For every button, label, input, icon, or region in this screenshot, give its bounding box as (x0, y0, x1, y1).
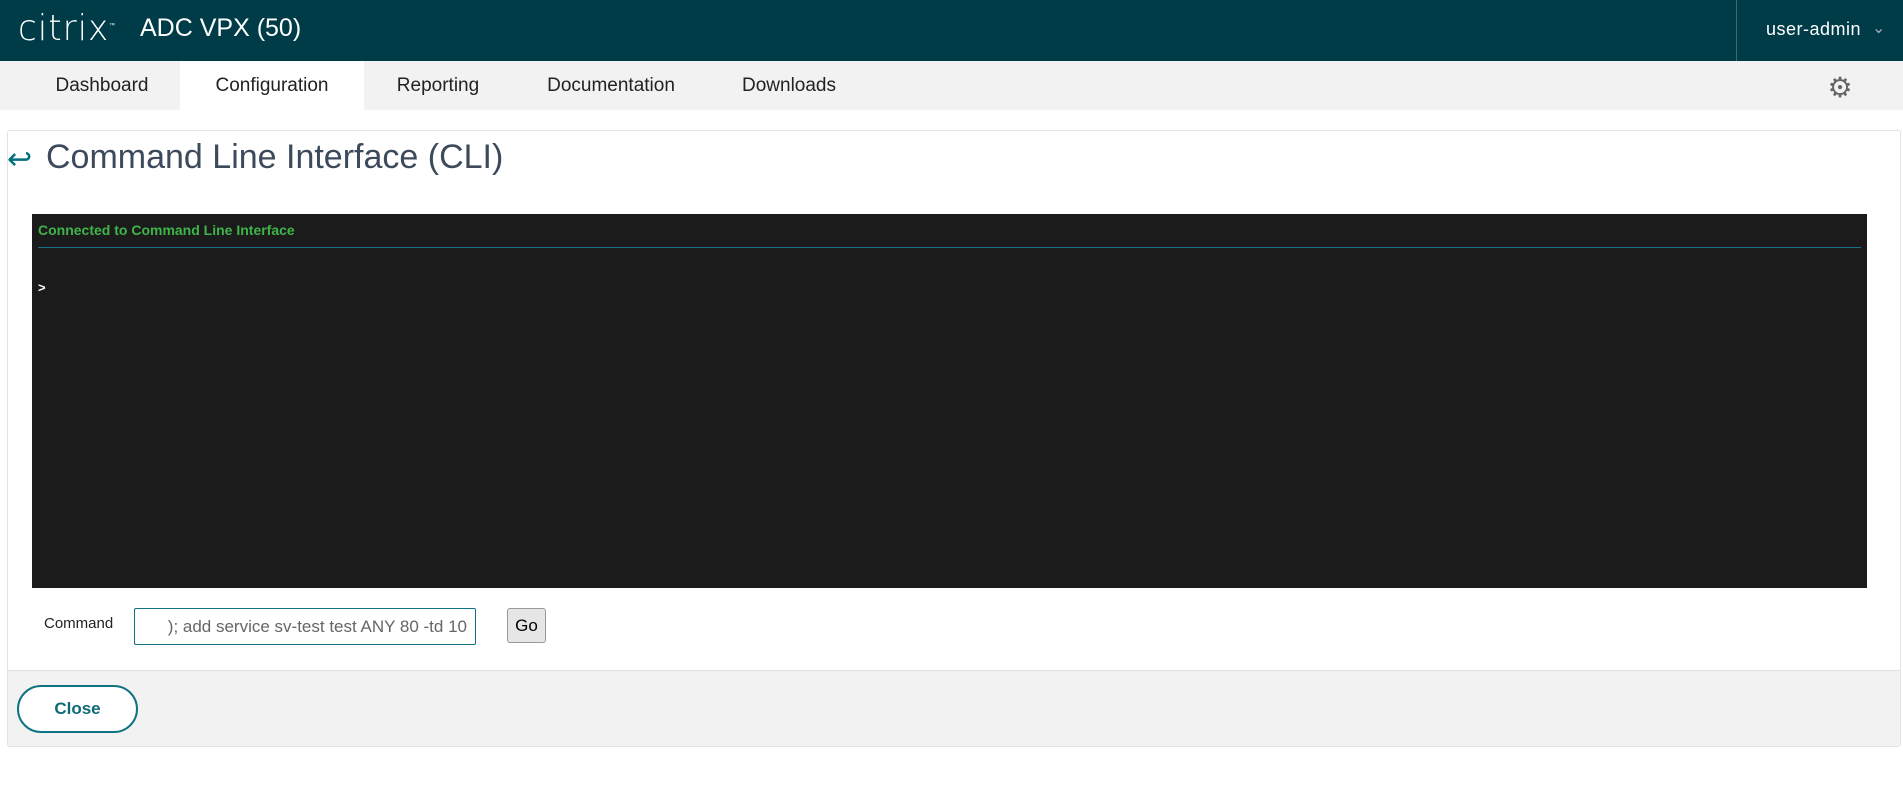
gear-icon[interactable]: ⚙ (1826, 74, 1854, 102)
back-arrow-icon[interactable]: ↩ (7, 142, 32, 177)
chevron-down-icon[interactable]: ⌄ (1872, 18, 1885, 38)
cli-terminal: Connected to Command Line Interface > (32, 214, 1867, 588)
command-label: Command (44, 615, 114, 632)
main-nav: Dashboard Configuration Reporting Docume… (0, 61, 1903, 110)
panel-footer (8, 670, 1900, 746)
logo-text: citrix (18, 8, 110, 49)
terminal-divider (38, 247, 1861, 248)
product-name: ADC VPX (50) (140, 14, 302, 42)
tab-dashboard[interactable]: Dashboard (30, 61, 174, 110)
tab-downloads[interactable]: Downloads (722, 61, 856, 110)
page-title: Command Line Interface (CLI) (46, 138, 504, 176)
terminal-prompt: > (38, 280, 46, 295)
go-button[interactable]: Go (507, 608, 546, 643)
tab-configuration[interactable]: Configuration (180, 61, 364, 110)
user-menu[interactable]: user-admin (1766, 19, 1861, 40)
command-input[interactable] (134, 608, 476, 645)
header-divider (1736, 0, 1737, 61)
close-button[interactable]: Close (17, 685, 138, 733)
tab-reporting[interactable]: Reporting (375, 61, 501, 110)
connection-status: Connected to Command Line Interface (38, 222, 295, 238)
tab-documentation[interactable]: Documentation (525, 61, 697, 110)
top-header: citrix™ ADC VPX (50) user-admin ⌄ (0, 0, 1903, 61)
citrix-logo: citrix™ (18, 8, 116, 49)
